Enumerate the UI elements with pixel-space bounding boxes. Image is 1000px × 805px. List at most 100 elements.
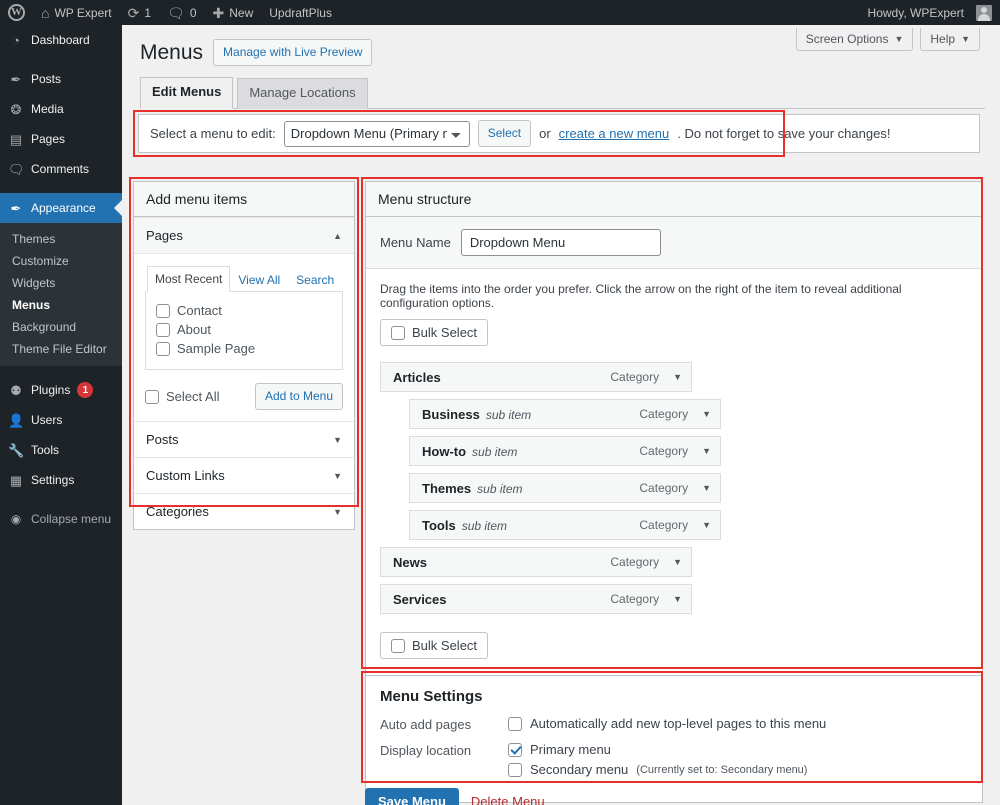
sidebar-item-comments[interactable]: 🗨 Comments — [0, 154, 122, 184]
sidebar-item-pages[interactable]: ▤ Pages — [0, 124, 122, 154]
menu-name-input[interactable] — [460, 229, 661, 256]
inner-tab-most-recent[interactable]: Most Recent — [147, 266, 231, 292]
admin-bar: W ⌂ WP Expert ⟳ 1 🗨 0 ✚ New UpdraftPlus … — [0, 0, 1000, 25]
sidebar-item-label: Plugins — [31, 383, 71, 397]
add-to-menu-button[interactable]: Add to Menu — [254, 383, 343, 411]
screen-options-button[interactable]: Screen Options ▼ — [795, 28, 914, 51]
submenu-item-customize[interactable]: Customize — [0, 250, 122, 272]
accordion-header-custom-links[interactable]: Custom Links ▼ — [134, 458, 354, 494]
secondary-menu-checkbox[interactable] — [508, 762, 522, 777]
accordion-header-posts[interactable]: Posts ▼ — [134, 422, 354, 458]
menu-select-dropdown[interactable]: Dropdown Menu (Primary menu) — [283, 120, 470, 147]
chevron-down-icon[interactable]: ▼ — [673, 594, 682, 604]
menu-item-name: Themes — [422, 480, 472, 496]
menu-item-row[interactable]: How-to sub item Category ▼ — [409, 436, 721, 466]
list-item[interactable]: Contact — [156, 301, 332, 320]
save-menu-button[interactable]: Save Menu — [365, 788, 459, 805]
menu-item-row[interactable]: Tools sub item Category ▼ — [409, 510, 721, 540]
accordion-header-pages[interactable]: Pages ▲ — [134, 218, 354, 254]
menu-name-label: Menu Name — [380, 235, 451, 250]
submenu-item-widgets[interactable]: Widgets — [0, 272, 122, 294]
display-location-options: Primary menu Secondary menu (Currently s… — [508, 742, 968, 782]
list-item[interactable]: Sample Page — [156, 339, 332, 358]
bulk-select-top[interactable]: Bulk Select — [380, 319, 489, 346]
select-menu-button[interactable]: Select — [477, 119, 532, 148]
my-account-menu[interactable]: Howdy, WPExpert — [860, 0, 1000, 25]
sidebar-item-settings[interactable]: ▦ Settings — [0, 465, 122, 495]
submenu-item-themes[interactable]: Themes — [0, 228, 122, 250]
page-title: Menus — [140, 41, 204, 64]
updates-menu[interactable]: ⟳ 1 — [120, 0, 159, 25]
menu-item-title: Tools sub item — [422, 518, 507, 533]
sidebar-item-users[interactable]: 👤 Users — [0, 405, 122, 435]
location-option-primary[interactable]: Primary menu — [508, 742, 968, 757]
chevron-down-icon[interactable]: ▼ — [673, 557, 682, 567]
select-all-checkbox[interactable] — [145, 389, 159, 404]
sidebar-item-plugins[interactable]: ⚉ Plugins 1 — [0, 375, 122, 405]
create-new-menu-link[interactable]: create a new menu — [559, 126, 670, 141]
chevron-down-icon[interactable]: ▼ — [702, 483, 711, 493]
accordion-section-posts: Posts ▼ — [134, 421, 354, 458]
page-checkbox[interactable] — [156, 341, 170, 356]
inner-tab-view-all[interactable]: View All — [230, 267, 288, 292]
manage-with-live-preview-button[interactable]: Manage with Live Preview — [213, 39, 373, 67]
page-checkbox[interactable] — [156, 322, 170, 337]
wp-logo-menu[interactable]: W — [0, 0, 33, 25]
menu-item-row[interactable]: Themes sub item Category ▼ — [409, 473, 721, 503]
screen-meta-links: Screen Options ▼ Help ▼ — [795, 28, 980, 51]
menu-item-type: Category — [610, 555, 660, 569]
menu-settings-column: Menu Settings Auto add pages Automatical… — [365, 675, 983, 803]
add-menu-items-column: Add menu items Pages ▲ Most Recent View … — [133, 181, 355, 531]
auto-add-pages-checkbox[interactable] — [508, 716, 522, 731]
comments-icon: 🗨 — [167, 4, 185, 21]
site-name-menu[interactable]: ⌂ WP Expert — [33, 0, 120, 25]
primary-menu-checkbox[interactable] — [508, 742, 522, 757]
tools-wrench-icon: 🔧 — [8, 442, 25, 458]
delete-menu-link[interactable]: Delete Menu — [471, 794, 545, 805]
menu-item-subitem-tag: sub item — [477, 481, 523, 496]
comments-icon: 🗨 — [8, 161, 25, 177]
settings-icon: ▦ — [9, 472, 23, 488]
location-option-secondary[interactable]: Secondary menu (Currently set to: Second… — [508, 762, 968, 777]
accordion-header-categories[interactable]: Categories ▼ — [134, 494, 354, 530]
updraftplus-menu[interactable]: UpdraftPlus — [261, 0, 340, 25]
sidebar-item-label: Appearance — [31, 201, 96, 215]
auto-add-pages-option[interactable]: Automatically add new top-level pages to… — [508, 716, 968, 731]
chevron-down-icon[interactable]: ▼ — [673, 372, 682, 382]
bulk-select-bottom[interactable]: Bulk Select — [380, 632, 489, 659]
menu-structure-column: Menu structure Menu Name Drag the items … — [365, 181, 983, 676]
help-button[interactable]: Help ▼ — [920, 28, 980, 51]
menu-item-row[interactable]: News Category ▼ — [380, 547, 692, 577]
sidebar-item-label: Posts — [31, 72, 62, 86]
primary-menu-label: Primary menu — [530, 742, 611, 757]
chevron-down-icon[interactable]: ▼ — [702, 446, 711, 456]
menu-item-title: How-to sub item — [422, 444, 517, 459]
list-item[interactable]: About — [156, 320, 332, 339]
tab-manage-locations[interactable]: Manage Locations — [237, 78, 368, 110]
sidebar-item-media[interactable]: ❂ Media — [0, 94, 122, 124]
menu-item-row[interactable]: Services Category ▼ — [380, 584, 692, 614]
submenu-item-menus[interactable]: Menus — [0, 294, 122, 316]
select-all-row[interactable]: Select All — [145, 387, 219, 406]
sidebar-item-dashboard[interactable]: ◔ Dashboard — [0, 25, 122, 55]
menu-item-row[interactable]: Business sub item Category ▼ — [409, 399, 721, 429]
comments-menu[interactable]: 🗨 0 — [159, 0, 204, 25]
menu-item-name: Tools — [422, 517, 456, 533]
bulk-select-checkbox[interactable] — [391, 638, 405, 653]
sidebar-item-collapse-menu[interactable]: ◉ Collapse menu — [0, 504, 122, 534]
new-content-menu[interactable]: ✚ New — [205, 0, 262, 25]
sidebar-item-appearance[interactable]: ✒ Appearance — [0, 193, 122, 223]
tab-edit-menus[interactable]: Edit Menus — [140, 77, 234, 110]
submenu-item-theme-file-editor[interactable]: Theme File Editor — [0, 338, 122, 360]
plus-icon: ✚ — [212, 4, 225, 21]
accordion-label: Custom Links — [146, 468, 225, 484]
menu-item-row[interactable]: Articles Category ▼ — [380, 362, 692, 392]
bulk-select-checkbox[interactable] — [391, 325, 405, 340]
chevron-down-icon[interactable]: ▼ — [702, 409, 711, 419]
sidebar-item-tools[interactable]: 🔧 Tools — [0, 435, 122, 465]
page-checkbox[interactable] — [156, 303, 170, 318]
inner-tab-search[interactable]: Search — [288, 267, 342, 292]
submenu-item-background[interactable]: Background — [0, 316, 122, 338]
sidebar-item-posts[interactable]: ✒ Posts — [0, 64, 122, 94]
chevron-down-icon[interactable]: ▼ — [702, 520, 711, 530]
